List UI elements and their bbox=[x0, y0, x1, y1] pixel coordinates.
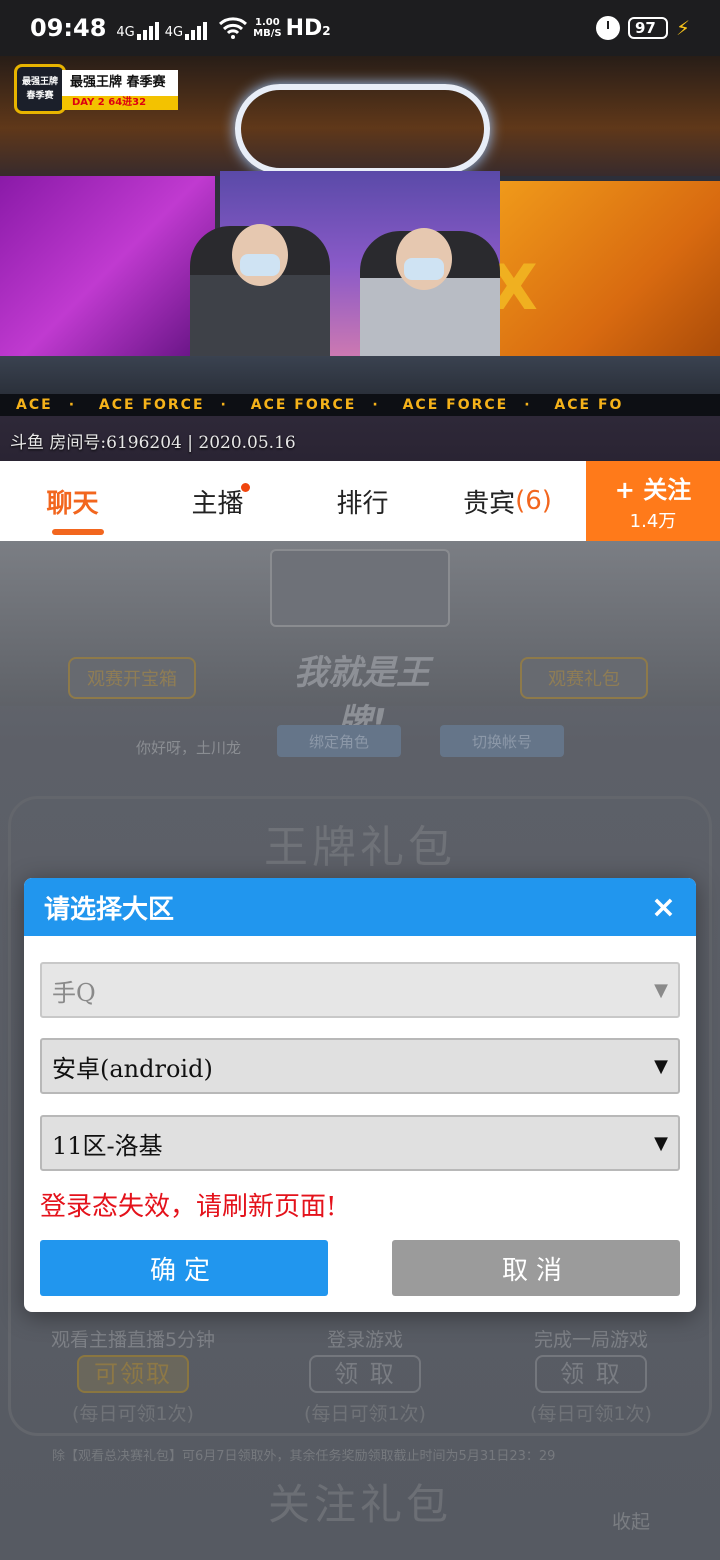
speed-value: 1.00 bbox=[255, 17, 280, 28]
dialog-title: 请选择大区 bbox=[44, 894, 175, 925]
dropdown-arrow-icon: ▼ bbox=[654, 1132, 668, 1154]
task-note: (每日可领1次) bbox=[530, 1403, 652, 1425]
event-logo-subtitle: DAY 2 64进32 bbox=[62, 96, 178, 110]
hd-label: HD bbox=[285, 15, 323, 41]
task-item: 完成一局游戏 领 取 (每日可领1次) bbox=[476, 1325, 706, 1426]
ticker-text-4: ACE FORCE bbox=[402, 397, 509, 413]
task-row: 观看主播直播5分钟 可领取 (每日可领1次) 登录游戏 领 取 (每日可领1次)… bbox=[0, 1325, 720, 1445]
claim-button[interactable]: 可领取 bbox=[77, 1355, 189, 1393]
watch-gift-button[interactable]: 观赛礼包 bbox=[520, 657, 648, 699]
cell-signal-icon: 4G bbox=[116, 16, 159, 40]
tab-chat-label: 聊天 bbox=[46, 488, 99, 519]
system-select-value: 安卓(android) bbox=[52, 1054, 213, 1083]
tab-ranking[interactable]: 排行 bbox=[290, 461, 435, 541]
platform-select: 手Q ▼ bbox=[40, 962, 680, 1018]
room-tabs: 聊天 主播 排行 贵宾 (6) + 关注 1.4万 bbox=[0, 461, 720, 541]
task-note: (每日可领1次) bbox=[304, 1403, 426, 1425]
claim-button[interactable]: 领 取 bbox=[535, 1355, 647, 1393]
tab-guests-label: 贵宾 bbox=[463, 488, 516, 519]
tab-chat[interactable]: 聊天 bbox=[0, 461, 145, 541]
studio-light-ring bbox=[235, 84, 490, 174]
dropdown-arrow-icon: ▼ bbox=[654, 1055, 668, 1077]
room-watermark: 斗鱼 房间号:6196204 | 2020.05.16 bbox=[10, 433, 296, 453]
task-name: 完成一局游戏 bbox=[533, 1329, 648, 1351]
bind-role-button[interactable]: 绑定角色 bbox=[277, 725, 401, 757]
plus-icon: + bbox=[614, 475, 635, 504]
open-box-button[interactable]: 观赛开宝箱 bbox=[68, 657, 196, 699]
hd-indicator: HD2 bbox=[286, 16, 331, 41]
switch-account-button[interactable]: 切换帐号 bbox=[440, 725, 564, 757]
event-banner-logo bbox=[270, 549, 450, 627]
follow-button[interactable]: + 关注 1.4万 bbox=[586, 461, 720, 541]
ticker-text-3: ACE FORCE bbox=[250, 397, 357, 413]
confirm-button[interactable]: 确定 bbox=[40, 1240, 328, 1296]
region-select-dialog: 请选择大区 × 手Q ▼ 安卓(android) ▼ 11区-洛基 ▼ 登录态失… bbox=[24, 878, 696, 1312]
ticker-text-5: ACE FO bbox=[554, 397, 624, 413]
tab-streamer[interactable]: 主播 bbox=[145, 461, 290, 541]
dialog-header: 请选择大区 × bbox=[24, 878, 696, 936]
cell-signal-icon-2: 4G bbox=[164, 16, 208, 40]
tab-ranking-label: 排行 bbox=[336, 488, 389, 519]
task-name: 观看主播直播5分钟 bbox=[50, 1329, 216, 1351]
follow-label: 关注 bbox=[643, 475, 692, 504]
app-root: 09:48 4G 4G 1.00 MB/S HD2 97 ⚡ X 最强王牌 春季… bbox=[0, 0, 720, 1560]
system-select[interactable]: 安卓(android) ▼ bbox=[40, 1038, 680, 1094]
guest-count: (6) bbox=[515, 486, 552, 516]
platform-select-value: 手Q bbox=[52, 978, 96, 1007]
tab-guests[interactable]: 贵宾 (6) bbox=[435, 461, 580, 541]
notification-dot bbox=[241, 483, 250, 492]
ace-force-ticker: ACE · ACE FORCE · ACE FORCE · ACE FORCE · AC… bbox=[0, 394, 720, 416]
server-select[interactable]: 11区-洛基 ▼ bbox=[40, 1115, 680, 1171]
speed-unit: MB/S bbox=[253, 28, 282, 39]
ace-gift-title: 王牌礼包 bbox=[264, 822, 456, 873]
status-time: 09:48 bbox=[30, 14, 107, 42]
event-logo-title: 最强王牌 春季赛 bbox=[62, 70, 178, 96]
event-logo-badge: 最强王牌 春季赛 bbox=[14, 64, 66, 114]
tab-streamer-label: 主播 bbox=[191, 488, 244, 519]
face-mask-right bbox=[404, 258, 444, 280]
wifi-icon bbox=[219, 17, 248, 39]
cancel-button[interactable]: 取消 bbox=[392, 1240, 680, 1296]
close-icon[interactable]: × bbox=[651, 890, 676, 925]
network-speed: 1.00 MB/S bbox=[253, 17, 281, 39]
network-type-1: 4G bbox=[116, 25, 135, 40]
follow-main: + 关注 bbox=[615, 470, 691, 505]
user-greeting: 你好呀，土川龙 bbox=[136, 739, 242, 757]
collapse-link[interactable]: 收起 bbox=[612, 1507, 650, 1534]
event-logo: 最强王牌 春季赛 最强王牌 春季赛 DAY 2 64进32 bbox=[14, 64, 178, 114]
deadline-notice: 除【观看总决赛礼包】可6月7日领取外，其余任务奖励领取截止时间为5月31日23：… bbox=[52, 1449, 556, 1464]
claim-button[interactable]: 领 取 bbox=[309, 1355, 421, 1393]
dropdown-arrow-icon: ▼ bbox=[654, 979, 668, 1001]
status-right: 97 ⚡ bbox=[595, 16, 690, 40]
hd-sub: 2 bbox=[322, 23, 331, 38]
ticker-text-2: ACE FORCE bbox=[98, 397, 205, 413]
status-bar: 09:48 4G 4G 1.00 MB/S HD2 97 ⚡ bbox=[0, 0, 720, 56]
face-mask-left bbox=[240, 254, 280, 276]
studio-screen-left bbox=[0, 176, 215, 366]
ticker-text-1: ACE bbox=[16, 397, 53, 413]
battery-indicator: 97 bbox=[627, 17, 668, 39]
live-video-player[interactable]: X X 最强王牌 春季赛 最强王牌 春季赛 DAY 2 64进32 ACE· A… bbox=[0, 56, 720, 461]
task-note: (每日可领1次) bbox=[72, 1403, 194, 1425]
login-expired-error: 登录态失效，请刷新页面! bbox=[40, 1192, 337, 1222]
task-item: 观看主播直播5分钟 可领取 (每日可领1次) bbox=[18, 1325, 248, 1426]
follower-count: 1.4万 bbox=[629, 510, 677, 532]
network-type-2: 4G bbox=[164, 25, 184, 40]
task-name: 登录游戏 bbox=[326, 1329, 403, 1351]
charging-icon: ⚡ bbox=[675, 16, 690, 40]
alarm-icon bbox=[595, 16, 620, 40]
server-select-value: 11区-洛基 bbox=[52, 1131, 163, 1160]
task-item: 登录游戏 领 取 (每日可领1次) bbox=[250, 1325, 480, 1426]
